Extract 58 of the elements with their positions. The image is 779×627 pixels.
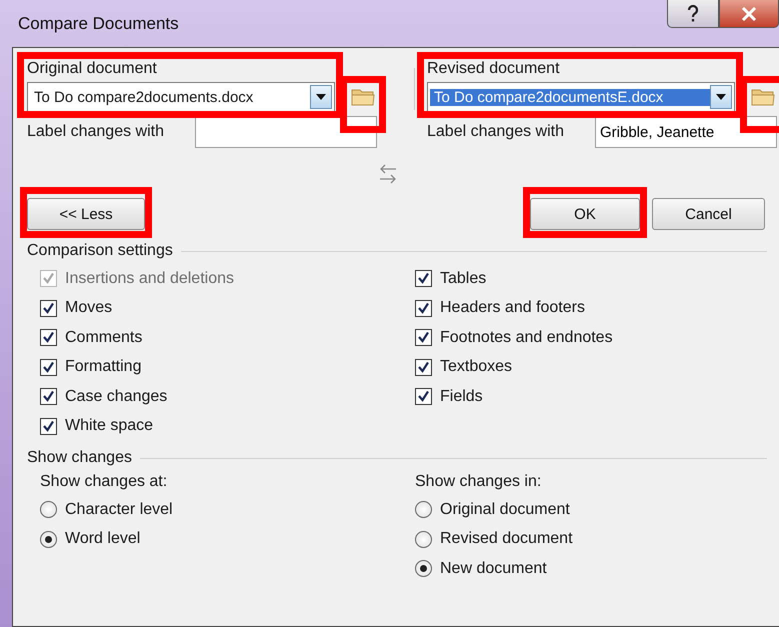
dialog-button[interactable]: << Less xyxy=(27,198,145,230)
checkbox[interactable] xyxy=(415,388,432,406)
checkbox[interactable] xyxy=(40,418,57,435)
radio-label: Original document xyxy=(440,500,570,519)
folder-icon xyxy=(751,86,775,106)
field-label: Label changes with xyxy=(427,123,565,141)
checkbox-label: Footnotes and endnotes xyxy=(440,328,613,347)
close-icon xyxy=(741,6,757,20)
checkbox-label: Tables xyxy=(440,270,486,288)
caret-icon xyxy=(716,94,726,100)
radio-button[interactable] xyxy=(415,560,432,578)
checkbox-label: Case changes xyxy=(65,388,168,406)
dialog-button[interactable]: Cancel xyxy=(652,198,765,230)
radio-label: New document xyxy=(440,560,547,578)
caret-icon xyxy=(316,94,326,100)
group-subtitle: Show changes in: xyxy=(415,473,542,491)
checkbox[interactable] xyxy=(415,270,432,288)
checkbox[interactable] xyxy=(40,300,57,317)
radio-label: Word level xyxy=(65,530,140,548)
window-title: Compare Documents xyxy=(18,14,179,34)
radio-button[interactable] xyxy=(40,530,57,548)
radio-label: Character level xyxy=(65,500,173,519)
group-subtitle: Show changes at: xyxy=(40,473,168,491)
section-heading: Original document xyxy=(27,60,158,78)
swap-arrows-icon[interactable] xyxy=(379,164,397,184)
field-label: Label changes with xyxy=(27,123,165,141)
label-input-field[interactable] xyxy=(195,116,377,148)
group-title: Comparison settings xyxy=(27,242,173,260)
checkbox[interactable] xyxy=(40,388,57,406)
label-input-field[interactable]: Gribble, Jeanette xyxy=(595,116,777,148)
help-button[interactable] xyxy=(667,0,719,28)
radio-button[interactable] xyxy=(40,501,57,518)
group-title: Show changes xyxy=(27,449,132,467)
radio-button[interactable] xyxy=(415,530,432,548)
radio-button[interactable] xyxy=(415,501,432,518)
file-combo-box[interactable]: To Do compare2documentsE.docx xyxy=(427,82,735,112)
dropdown-button[interactable] xyxy=(310,85,332,109)
checkbox-label: Moves xyxy=(65,299,112,318)
checkbox[interactable] xyxy=(40,358,57,376)
checkbox-label: Formatting xyxy=(65,358,142,376)
checkbox[interactable] xyxy=(415,300,432,317)
close-button[interactable] xyxy=(719,0,779,28)
section-heading: Revised document xyxy=(427,60,561,78)
file-combo-box[interactable]: To Do compare2documents.docx xyxy=(27,82,335,112)
checkbox-label: Headers and footers xyxy=(440,299,585,318)
checkbox-label: Fields xyxy=(440,388,483,406)
dropdown-button[interactable] xyxy=(710,85,732,109)
checkbox[interactable] xyxy=(415,358,432,376)
radio-label: Revised document xyxy=(440,530,573,548)
checkbox[interactable] xyxy=(40,329,57,346)
checkbox-label: Textboxes xyxy=(440,358,512,376)
help-icon xyxy=(687,4,699,22)
dialog-button[interactable]: OK xyxy=(530,198,640,230)
folder-icon xyxy=(351,86,375,106)
checkbox-label: Comments xyxy=(65,328,142,347)
checkbox[interactable] xyxy=(415,329,432,346)
checkbox-label: White space xyxy=(65,417,154,436)
checkbox-label: Insertions and deletions xyxy=(65,270,234,288)
